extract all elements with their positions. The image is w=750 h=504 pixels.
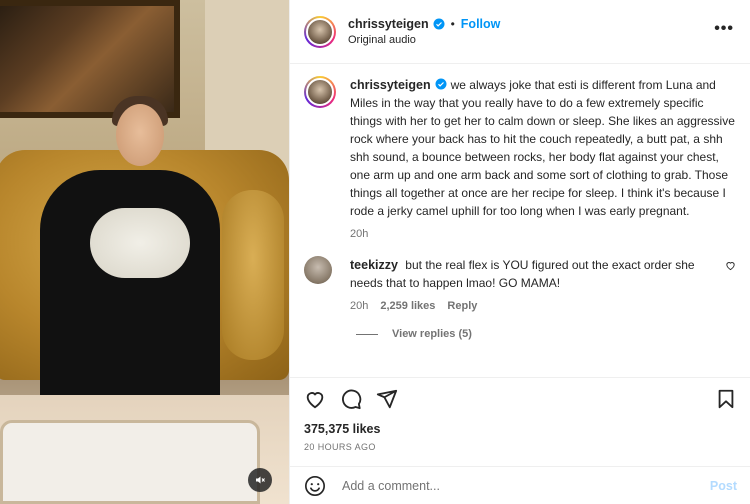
verified-badge-icon: [435, 78, 447, 90]
comment-likes[interactable]: 2,259 likes: [380, 300, 435, 312]
view-replies-button[interactable]: View replies (5): [356, 328, 736, 340]
caption-timestamp[interactable]: 20h: [350, 228, 368, 240]
view-replies-label: View replies (5): [392, 328, 472, 340]
author-avatar[interactable]: [304, 15, 336, 48]
author-username[interactable]: chrissyteigen: [348, 17, 429, 31]
commenter-avatar[interactable]: [304, 256, 332, 284]
comment-bubble-icon[interactable]: [340, 388, 362, 410]
mute-button[interactable]: [248, 468, 272, 492]
bookmark-icon[interactable]: [715, 388, 737, 410]
post-header: chrissyteigen • Follow Original audio ••…: [290, 0, 750, 64]
smiley-icon[interactable]: [304, 475, 326, 497]
post-details-panel: chrissyteigen • Follow Original audio ••…: [289, 0, 750, 504]
comment-text: teekizzy but the real flex is YOU figure…: [350, 256, 715, 292]
post-modal: chrissyteigen • Follow Original audio ••…: [0, 0, 750, 504]
comment-body: but the real flex is YOU figured out the…: [350, 258, 695, 290]
post-timestamp[interactable]: 20 HOURS AGO: [304, 442, 737, 452]
post-comment-button[interactable]: Post: [710, 479, 737, 493]
follow-button[interactable]: Follow: [461, 17, 501, 31]
heart-icon[interactable]: [304, 388, 326, 410]
original-audio-link[interactable]: Original audio: [348, 34, 500, 46]
speaker-muted-icon: [256, 476, 265, 484]
action-bar: 375,375 likes 20 HOURS AGO: [290, 377, 750, 457]
comment-composer: Post: [290, 466, 750, 504]
caption-author-username[interactable]: chrissyteigen: [350, 78, 431, 92]
comment-timestamp[interactable]: 20h: [350, 300, 368, 312]
separator-dot: •: [450, 17, 455, 31]
coffee-table: [0, 420, 260, 504]
caption-meta: 20h: [350, 228, 736, 240]
caption-body: we always joke that esti is different fr…: [350, 78, 735, 218]
like-count[interactable]: 375,375 likes: [304, 422, 737, 436]
verified-badge-icon: [433, 18, 445, 30]
comment-meta: 20h 2,259 likes Reply: [350, 300, 715, 312]
baby: [90, 208, 190, 278]
caption-author-avatar[interactable]: [304, 76, 336, 108]
ellipsis-icon[interactable]: •••: [714, 20, 734, 38]
heart-icon[interactable]: [725, 260, 736, 271]
post-video[interactable]: [0, 0, 289, 504]
replies-divider: [356, 333, 378, 335]
caption-text: chrissyteigen we always joke that esti i…: [350, 76, 736, 220]
reply-button[interactable]: Reply: [447, 300, 477, 312]
commenter-username[interactable]: teekizzy: [350, 258, 398, 272]
paper-plane-icon[interactable]: [376, 388, 398, 410]
comments-section: chrissyteigen we always joke that esti i…: [290, 64, 750, 376]
woman-head: [116, 104, 164, 166]
comment-input[interactable]: [342, 478, 710, 493]
comment-item: teekizzy but the real flex is YOU figure…: [304, 256, 736, 312]
caption: chrissyteigen we always joke that esti i…: [304, 76, 736, 240]
sofa-arm: [222, 190, 284, 360]
